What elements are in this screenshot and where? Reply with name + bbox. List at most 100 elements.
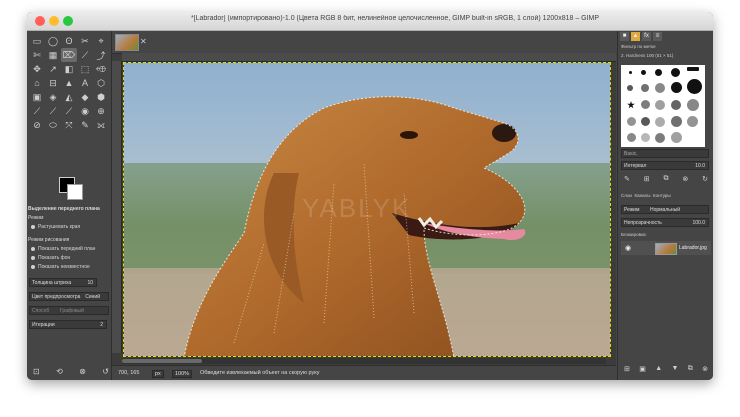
tool-button[interactable]: ⌦	[61, 48, 77, 62]
tool-button[interactable]: ⊕	[93, 104, 109, 118]
tab-channels[interactable]: Каналы	[634, 193, 650, 198]
window-title: *[Labrador] (импортировано)-1.0 (Цвета R…	[190, 15, 600, 22]
tool-button[interactable]: ✥	[29, 62, 45, 76]
restore-icon[interactable]: ⟲	[56, 367, 63, 376]
duplicate-layer-icon[interactable]: ⧉	[688, 365, 693, 373]
minimize-window-button[interactable]	[49, 16, 59, 26]
raise-layer-icon[interactable]: ▲	[655, 365, 662, 373]
tool-button[interactable]: ⟋	[77, 48, 93, 62]
delete-icon[interactable]: ⊗	[79, 367, 86, 376]
vertical-ruler[interactable]	[112, 61, 122, 353]
brushes-tab[interactable]: ■	[620, 32, 629, 41]
tool-button[interactable]: ⬡	[93, 76, 109, 90]
tool-button[interactable]: ⬚	[77, 62, 93, 76]
draw-mode-option-background[interactable]: Показать фон	[31, 255, 70, 261]
new-layer-icon[interactable]: ⊞	[624, 365, 630, 373]
tool-button[interactable]: ▦	[45, 48, 61, 62]
tool-button[interactable]: ⟋	[45, 104, 61, 118]
lower-layer-icon[interactable]: ▼	[671, 365, 678, 373]
tool-button[interactable]: ʘ	[61, 34, 77, 48]
tool-button[interactable]: ⬢	[93, 90, 109, 104]
draw-mode-option-unknown[interactable]: Показать неизвестное	[31, 264, 90, 270]
reset-icon[interactable]: ↺	[102, 367, 109, 376]
unit-select[interactable]: px	[152, 370, 164, 378]
tab-layers[interactable]: Слои	[621, 193, 632, 198]
close-window-button[interactable]	[35, 16, 45, 26]
refresh-brushes-icon[interactable]: ↻	[702, 175, 708, 183]
preview-color-select[interactable]: Цвет предпросмотра Синий	[29, 292, 109, 301]
tool-button[interactable]: ▣	[29, 90, 45, 104]
iterations-field[interactable]: Итерации 2	[29, 320, 107, 329]
horizontal-scrollbar[interactable]	[122, 358, 606, 364]
fonts-tab[interactable]: fx	[642, 32, 651, 41]
new-group-icon[interactable]: ▣	[639, 365, 646, 373]
tool-button[interactable]: ◉	[77, 104, 93, 118]
tool-button[interactable]: ✄	[29, 48, 45, 62]
tool-button[interactable]: ◯	[45, 34, 61, 48]
layer-mode-select[interactable]: Режим Нормальный	[621, 205, 709, 214]
engine-value: Графовый	[60, 308, 84, 314]
tool-button[interactable]: ⌖	[93, 34, 109, 48]
visibility-eye-icon[interactable]: ◉	[625, 244, 631, 252]
opacity-field[interactable]: Непрозрачность 100.0	[621, 218, 709, 227]
opacity-value: 100.0	[692, 220, 705, 226]
tool-button[interactable]: ◆	[77, 90, 93, 104]
scrollbar-thumb[interactable]	[122, 359, 202, 363]
layers-dock-tabs: Слои Каналы Контуры	[621, 193, 671, 198]
save-options-icon[interactable]: ⊡	[33, 367, 40, 376]
draw-mode-option-label: Показать передний план	[38, 246, 96, 252]
tool-button[interactable]: ⊘	[29, 118, 45, 132]
edit-brush-icon[interactable]: ✎	[624, 175, 630, 183]
tool-button[interactable]: ⌂	[29, 76, 45, 90]
tool-button[interactable]: ⟋	[29, 104, 45, 118]
radio-icon	[31, 246, 35, 251]
dock-tabs: ■ ▲ fx ≡	[618, 31, 713, 42]
tool-button[interactable]: ⟗	[93, 118, 109, 132]
horizontal-ruler[interactable]	[122, 53, 616, 62]
tool-button[interactable]: ▭	[29, 34, 45, 48]
tool-button[interactable]: ⟋	[61, 104, 77, 118]
draw-mode-option-foreground[interactable]: Показать передний план	[31, 246, 95, 252]
tool-button[interactable]: ✎	[77, 118, 93, 132]
tool-button[interactable]: ⬭	[45, 118, 61, 132]
background-color-swatch[interactable]	[67, 184, 83, 200]
tool-button[interactable]: A	[77, 76, 93, 90]
delete-brush-icon[interactable]: ⊗	[682, 175, 688, 183]
duplicate-brush-icon[interactable]: ⧉	[664, 175, 669, 183]
tool-button[interactable]: ✂	[77, 34, 93, 48]
image-canvas[interactable]: YABLYK	[123, 62, 611, 357]
new-brush-icon[interactable]: ⊞	[644, 175, 650, 183]
tool-button[interactable]: ◧	[61, 62, 77, 76]
tool-button[interactable]: ⊟	[45, 76, 61, 90]
brush-grid[interactable]	[621, 65, 705, 147]
gimp-window: *[Labrador] (импортировано)-1.0 (Цвета R…	[27, 12, 713, 380]
radio-icon	[31, 264, 35, 269]
tool-button[interactable]: ⬲	[93, 62, 109, 76]
brush-actions-bar: ✎ ⊞ ⧉ ⊗ ↻	[624, 175, 708, 183]
tool-button[interactable]: ◈	[45, 90, 61, 104]
document-history-tab[interactable]: ≡	[653, 32, 662, 41]
mode-label: Режим	[28, 215, 44, 221]
delete-layer-icon[interactable]: ⊗	[702, 365, 708, 373]
opacity-label: Непрозрачность	[624, 220, 662, 226]
toolbox-bottom-bar: ⊡ ⟲ ⊗ ↺	[33, 367, 109, 376]
feather-checkbox[interactable]: Растушевать края	[31, 224, 80, 230]
patterns-tab[interactable]: ▲	[631, 32, 640, 41]
close-tab-icon[interactable]: ✕	[140, 37, 147, 46]
brush-preset-field[interactable]: Basic,	[621, 149, 709, 158]
preview-color-value: Синий	[85, 294, 100, 300]
zoom-select[interactable]: 100%	[172, 370, 193, 378]
tab-paths[interactable]: Контуры	[653, 193, 671, 198]
spacing-field[interactable]: Интервал 10.0	[621, 161, 709, 170]
zoom-window-button[interactable]	[63, 16, 73, 26]
tool-button[interactable]: ◭	[61, 90, 77, 104]
tool-button[interactable]: ↗	[45, 62, 61, 76]
spacing-value: 10.0	[695, 163, 705, 169]
tool-button[interactable]: ▲	[61, 76, 77, 90]
image-tab-thumbnail[interactable]	[115, 34, 139, 51]
layer-row[interactable]: ◉ Labrador.jpg	[621, 241, 711, 255]
tool-button[interactable]: ⤧	[61, 118, 77, 132]
engine-select[interactable]: Способ Графовый	[29, 306, 109, 315]
tool-button[interactable]: ⤴	[93, 48, 109, 62]
stroke-width-field[interactable]: Толщина штриха 10	[29, 278, 97, 287]
